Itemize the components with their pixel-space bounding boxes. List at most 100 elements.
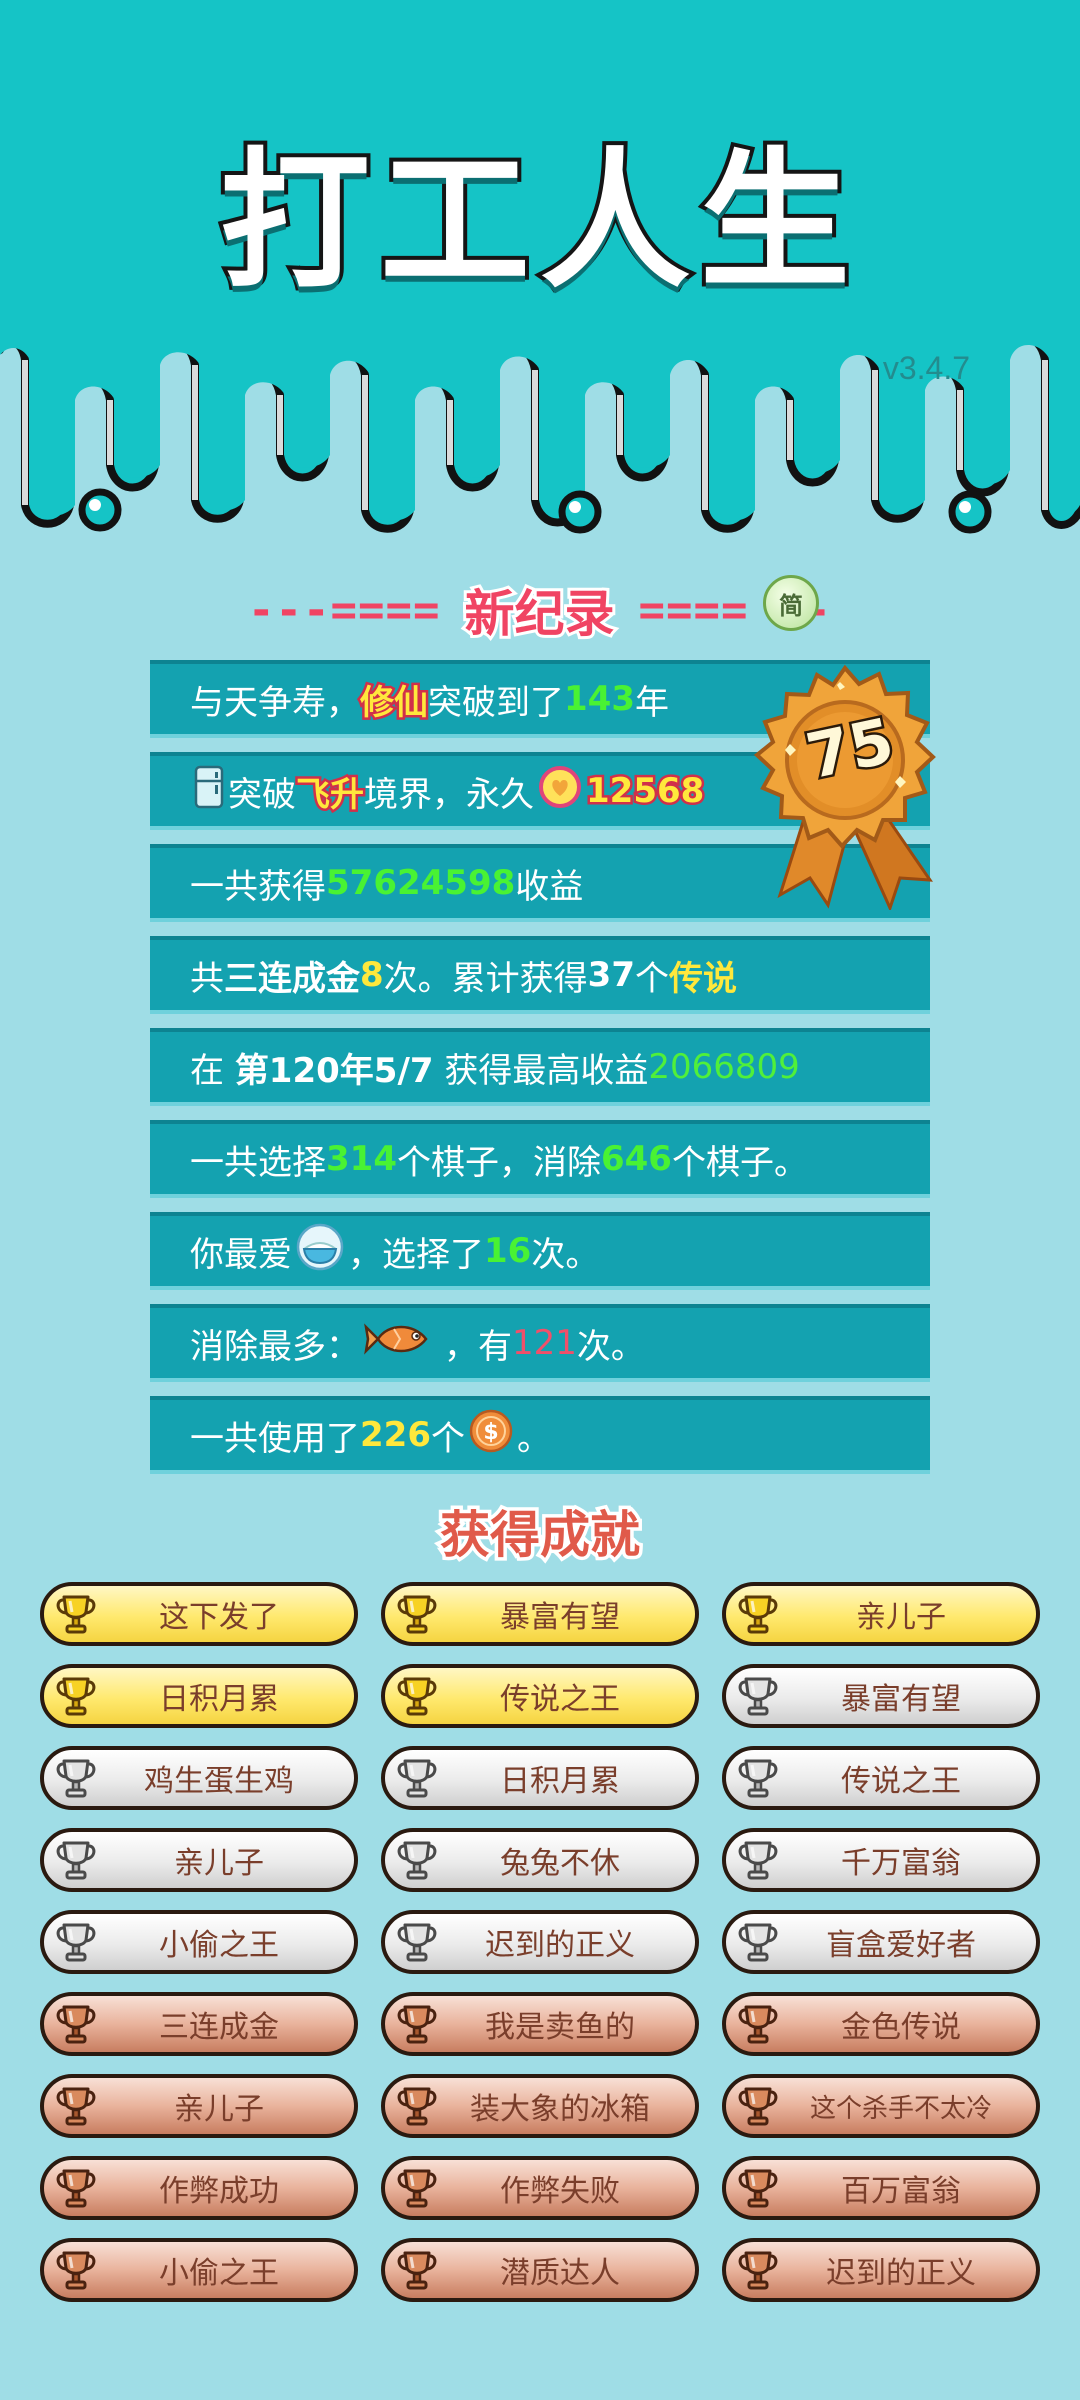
trophy-icon	[56, 2087, 96, 2126]
trophy-icon	[397, 1595, 437, 1634]
stat-text: 与天争寿，	[190, 682, 360, 723]
header: 打工人生 v3.4.7	[0, 0, 1080, 560]
achievement-badge[interactable]: 日积月累	[40, 1664, 358, 1728]
achievement-label: 百万富翁	[841, 2174, 961, 2209]
heart-coin-icon	[538, 765, 582, 818]
stat-years-value: 143	[564, 679, 635, 719]
achievement-badge[interactable]: 这个杀手不太冷	[722, 2074, 1040, 2138]
achievement-badge[interactable]: 兔兔不休	[381, 1828, 699, 1892]
trophy-icon	[56, 1841, 96, 1880]
achievement-badge[interactable]: 金色传说	[722, 1992, 1040, 2056]
stat-text: 次。	[576, 1326, 645, 1367]
achievement-label: 亲儿子	[174, 2092, 264, 2127]
trophy-icon	[397, 1841, 437, 1880]
stat-text: 个棋子，消除	[396, 1142, 601, 1183]
trophy-icon	[397, 1677, 437, 1716]
trophy-icon	[56, 2251, 96, 2290]
stat-text: 。	[516, 1418, 551, 1459]
trophy-icon	[738, 2169, 778, 2208]
achievement-badge[interactable]: 暴富有望	[722, 1664, 1040, 1728]
achievement-label: 迟到的正义	[826, 2256, 976, 2291]
stat-text: 三连成金	[224, 958, 360, 999]
stat-text: 个	[635, 958, 669, 999]
achievement-label: 日积月累	[500, 1764, 620, 1799]
simplified-toggle-button[interactable]: 简	[763, 575, 819, 631]
trophy-icon	[738, 2251, 778, 2290]
trophy-icon	[738, 2005, 778, 2044]
app-title: 打工人生	[216, 131, 860, 313]
record-dash-left: ---====	[248, 584, 441, 636]
stat-realm: 飞升	[294, 772, 367, 817]
trophy-icon	[738, 2087, 778, 2126]
trophy-icon	[56, 1677, 96, 1716]
new-record-header: ---==== 新纪录 ==== -	[0, 570, 1080, 650]
achievement-label: 传说之王	[500, 1682, 620, 1717]
achievement-badge[interactable]: 三连成金	[40, 1992, 358, 2056]
stat-legend-count: 37	[587, 955, 635, 995]
achievement-badge[interactable]: 亲儿子	[40, 1828, 358, 1892]
stat-coins-count: 226	[360, 1415, 431, 1455]
achievement-badge[interactable]: 暴富有望	[381, 1582, 699, 1646]
stat-selected-count: 314	[326, 1139, 397, 1179]
achievement-badge[interactable]: 我是卖鱼的	[381, 1992, 699, 2056]
achievement-badge[interactable]: 百万富翁	[722, 2156, 1040, 2220]
achievement-badge[interactable]: 千万富翁	[722, 1828, 1040, 1892]
achievement-badge[interactable]: 作弊成功	[40, 2156, 358, 2220]
achievement-badge[interactable]: 迟到的正义	[722, 2238, 1040, 2302]
trophy-icon	[56, 1759, 96, 1798]
achievement-badge[interactable]: 迟到的正义	[381, 1910, 699, 1974]
achievement-badge[interactable]: 潜质达人	[381, 2238, 699, 2302]
achievement-badge[interactable]: 这下发了	[40, 1582, 358, 1646]
stat-text: 个	[430, 1418, 465, 1459]
stat-text: ，有	[444, 1326, 512, 1367]
trophy-icon	[56, 2169, 96, 2208]
trophy-icon	[397, 1759, 437, 1798]
achievement-label: 潜质达人	[500, 2256, 620, 2291]
stat-date: 第120年5/7	[234, 1050, 434, 1091]
new-record-title: 新纪录	[461, 582, 617, 646]
stat-row-pieces: 一共选择 314 个棋子，消除 646 个棋子。	[150, 1120, 930, 1198]
achievement-label: 作弊成功	[159, 2174, 279, 2209]
achievement-label: 千万富翁	[841, 1846, 961, 1881]
achievement-label: 暴富有望	[500, 1600, 620, 1635]
achievement-badge[interactable]: 亲儿子	[40, 2074, 358, 2138]
achievement-badge[interactable]: 作弊失败	[381, 2156, 699, 2220]
stat-text: 你最爱	[190, 1234, 292, 1275]
trophy-icon	[738, 1841, 778, 1880]
stat-text: 收益	[515, 866, 584, 907]
achievement-label: 装大象的冰箱	[470, 2092, 650, 2127]
trophy-icon	[56, 2005, 96, 2044]
stat-text: 一共获得	[190, 866, 326, 907]
achievement-badge[interactable]: 传说之王	[722, 1746, 1040, 1810]
achievement-badge[interactable]: 小偷之王	[40, 2238, 358, 2302]
stat-realm: 修仙	[358, 680, 431, 725]
trophy-icon	[738, 1595, 778, 1634]
achievement-badge[interactable]: 亲儿子	[722, 1582, 1040, 1646]
achievement-label: 鸡生蛋生鸡	[144, 1764, 294, 1799]
trophy-icon	[397, 1923, 437, 1962]
achievement-badge[interactable]: 鸡生蛋生鸡	[40, 1746, 358, 1810]
stat-text: ，选择了	[348, 1234, 484, 1275]
achievement-label: 三连成金	[159, 2010, 279, 2045]
coin-icon: $	[469, 1409, 513, 1462]
svg-text:$: $	[483, 1420, 498, 1445]
trophy-icon	[397, 2251, 437, 2290]
stat-text: 在	[190, 1050, 235, 1091]
stat-removed-most-count: 121	[512, 1323, 577, 1363]
achievement-badge[interactable]: 盲盒爱好者	[722, 1910, 1040, 1974]
stat-text: 突破	[228, 774, 296, 815]
achievement-badge[interactable]: 日积月累	[381, 1746, 699, 1810]
stat-favorite-count: 16	[484, 1231, 532, 1271]
achievement-badge[interactable]: 装大象的冰箱	[381, 2074, 699, 2138]
achievement-label: 作弊失败	[500, 2174, 620, 2209]
stat-triple-count: 8	[360, 955, 384, 995]
stat-text: 一共选择	[190, 1142, 326, 1183]
achievement-label: 兔兔不休	[500, 1846, 620, 1881]
achievement-label: 亲儿子	[856, 1600, 946, 1635]
achievement-badge[interactable]: 传说之王	[381, 1664, 699, 1728]
rice-bowl-icon	[296, 1223, 344, 1280]
stat-text: 一共使用了	[190, 1418, 360, 1459]
achievement-badge[interactable]: 小偷之王	[40, 1910, 358, 1974]
achievement-label: 我是卖鱼的	[485, 2010, 635, 2045]
achievement-label: 这下发了	[159, 1600, 279, 1635]
